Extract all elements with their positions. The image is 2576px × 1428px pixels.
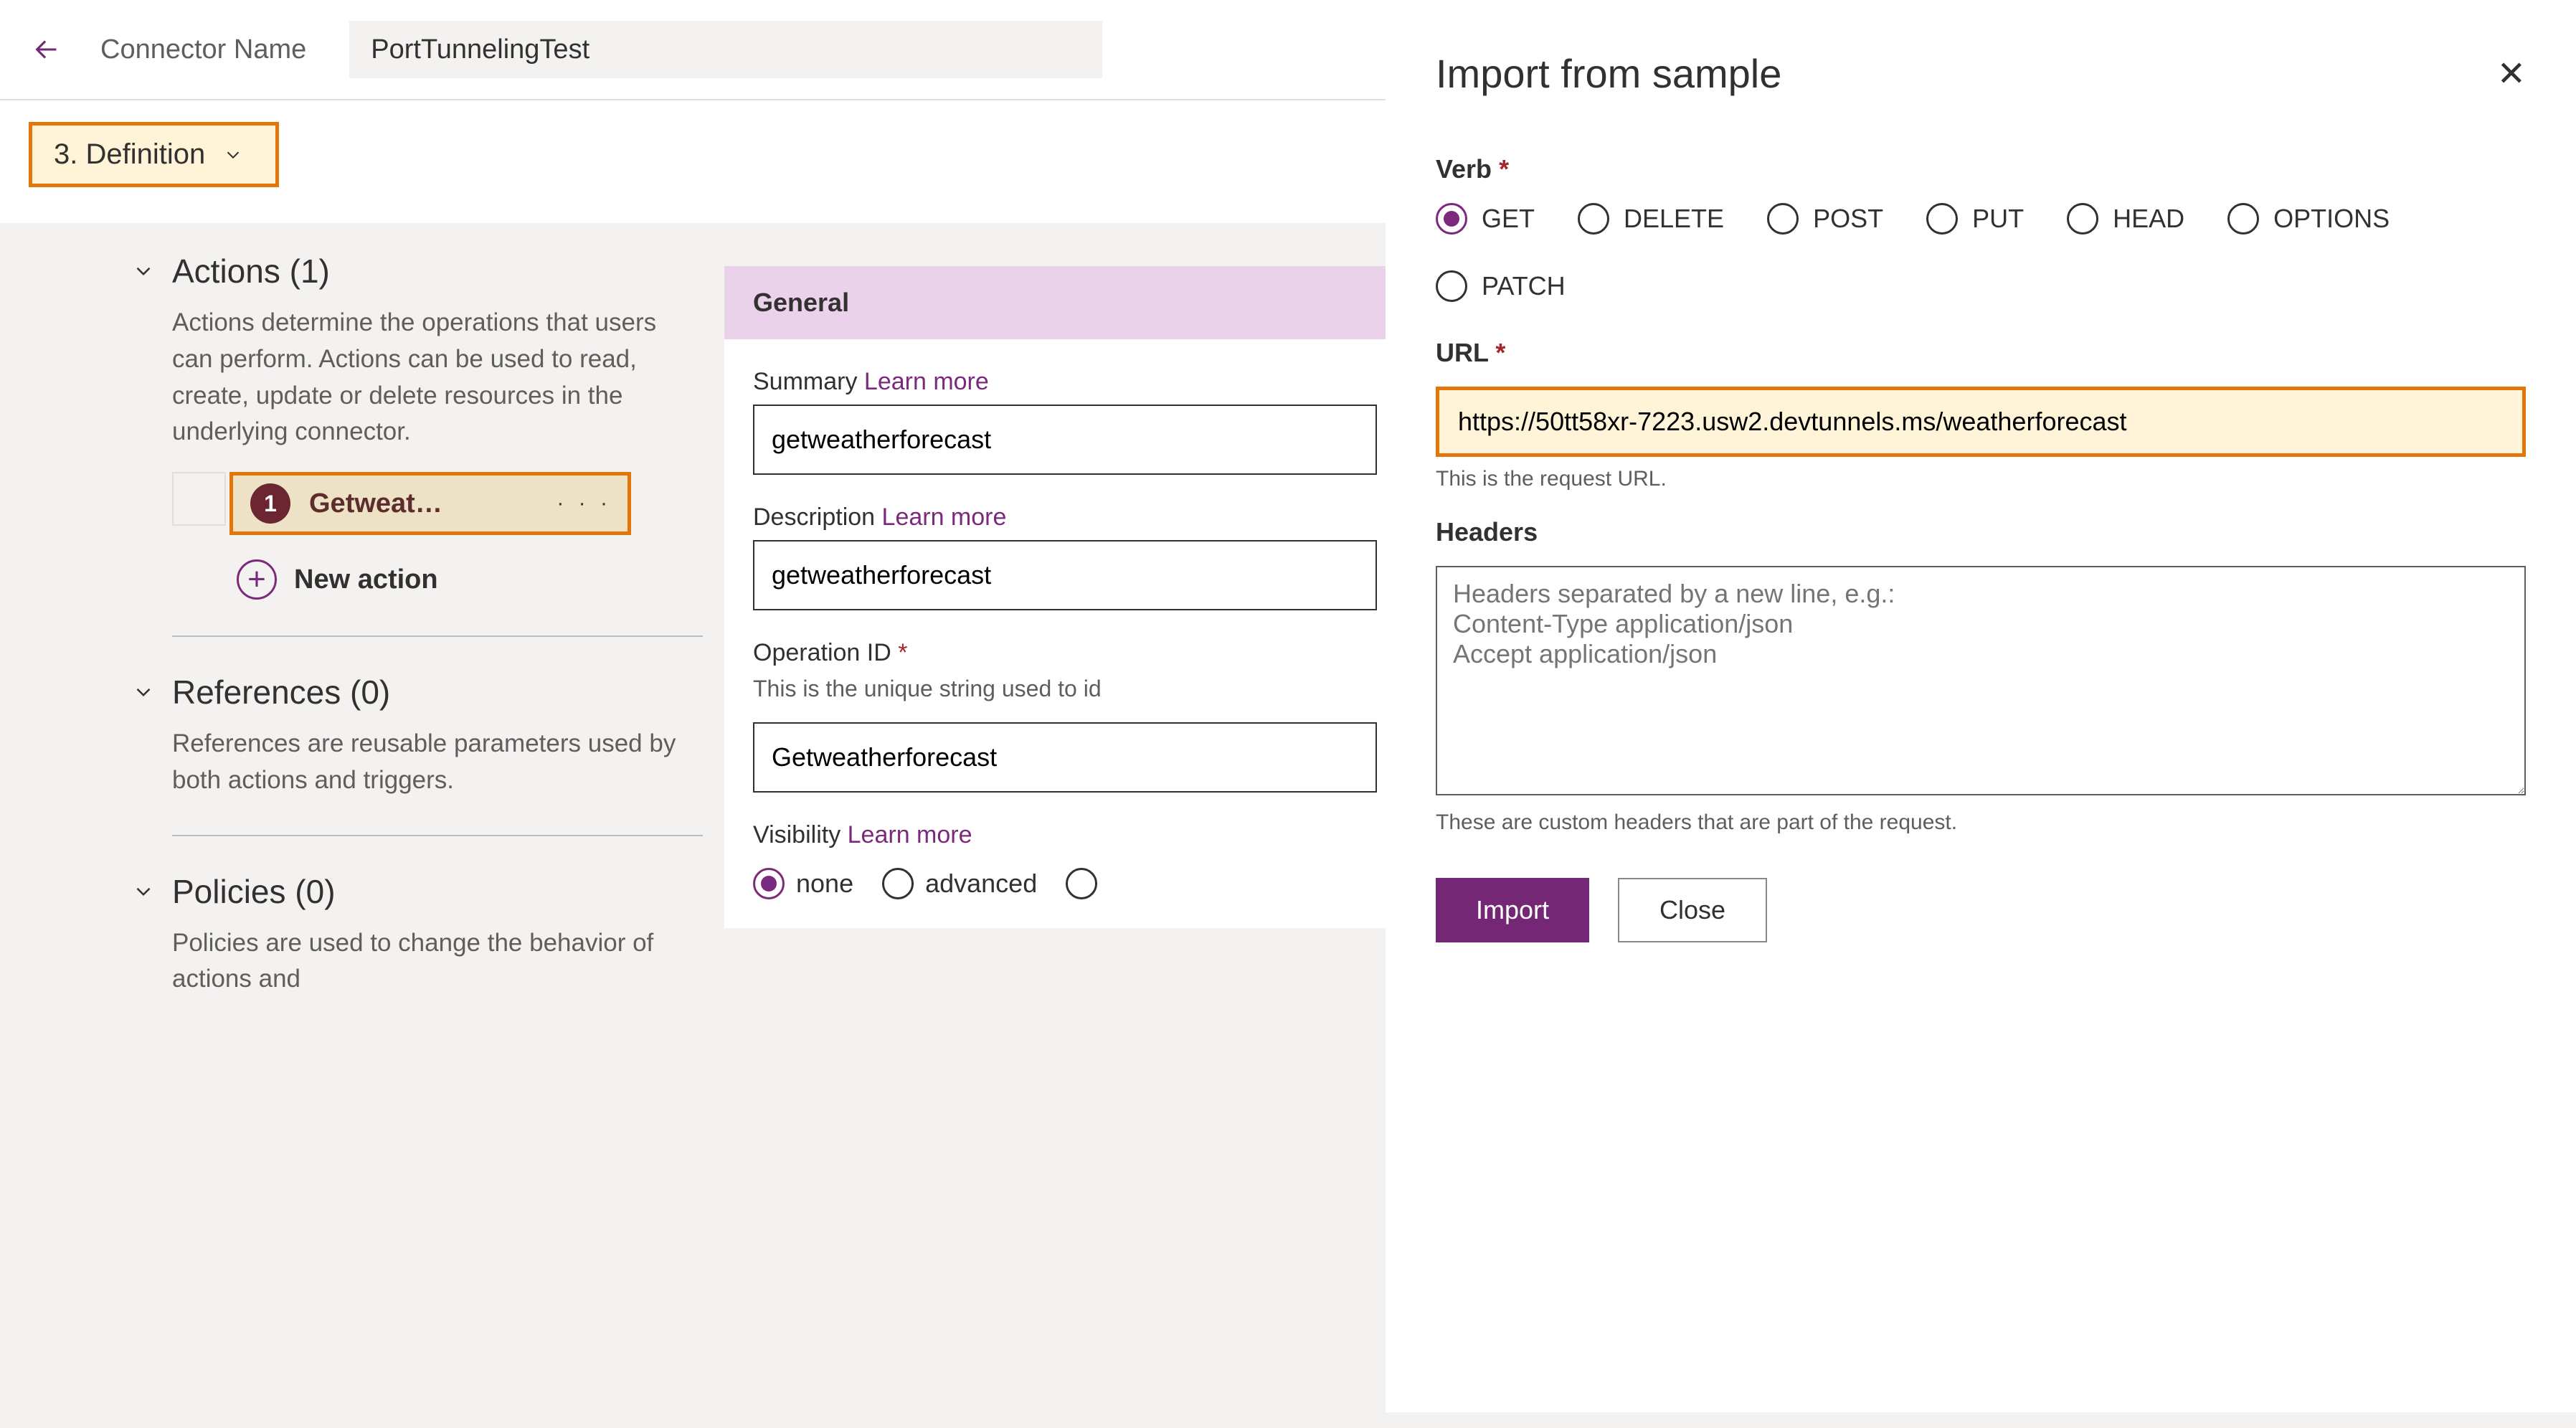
references-desc: References are reusable parameters used … — [129, 726, 703, 799]
chevron-down-icon — [222, 144, 244, 166]
verb-radio-post[interactable]: POST — [1767, 203, 1883, 235]
verb-label: Verb * — [1436, 154, 2526, 184]
verb-radio-patch[interactable]: PATCH — [1436, 270, 1566, 302]
connector-name-label: Connector Name — [100, 34, 306, 65]
import-button[interactable]: Import — [1436, 878, 1589, 942]
action-item-getweather[interactable]: 1 Getweat… · · · — [229, 472, 631, 535]
action-index-badge: 1 — [250, 483, 290, 524]
references-header[interactable]: References (0) — [129, 673, 703, 711]
more-icon[interactable]: · · · — [557, 491, 612, 516]
step-definition-button[interactable]: 3. Definition — [29, 122, 279, 187]
description-learn-more-link[interactable]: Learn more — [882, 503, 1007, 531]
policies-desc: Policies are used to change the behavior… — [129, 925, 703, 998]
operation-id-input[interactable] — [753, 722, 1377, 793]
chevron-down-icon — [129, 877, 158, 906]
visibility-radio-extra[interactable] — [1066, 868, 1097, 899]
visibility-radio-advanced[interactable]: advanced — [882, 868, 1037, 899]
divider — [172, 835, 703, 836]
back-arrow-icon[interactable] — [29, 32, 65, 67]
chevron-down-icon — [129, 257, 158, 285]
policies-header[interactable]: Policies (0) — [129, 872, 703, 911]
summary-learn-more-link[interactable]: Learn more — [864, 368, 989, 395]
headers-textarea[interactable] — [1436, 566, 2526, 795]
chevron-down-icon — [129, 678, 158, 706]
description-label: Description Learn more — [753, 503, 1377, 531]
verb-radio-group: GET DELETE POST PUT HEAD OPTIONS PATCH — [1436, 203, 2526, 302]
connector-name-input[interactable] — [349, 21, 1102, 78]
url-input[interactable] — [1436, 387, 2526, 457]
divider — [172, 635, 703, 637]
action-label: Getweat… — [309, 488, 538, 519]
verb-radio-options[interactable]: OPTIONS — [2227, 203, 2390, 235]
visibility-radio-none[interactable]: none — [753, 868, 853, 899]
plus-icon: + — [237, 559, 277, 600]
visibility-learn-more-link[interactable]: Learn more — [848, 821, 972, 848]
summary-label: Summary Learn more — [753, 368, 1377, 396]
import-from-sample-panel: Import from sample ✕ Verb * GET DELETE POS… — [1386, 0, 2576, 1412]
url-help: This is the request URL. — [1436, 467, 2526, 491]
summary-input[interactable] — [753, 405, 1377, 475]
verb-radio-delete[interactable]: DELETE — [1578, 203, 1724, 235]
operation-id-label: Operation ID * — [753, 639, 1377, 667]
actions-header[interactable]: Actions (1) — [129, 252, 703, 290]
step-label: 3. Definition — [54, 138, 205, 171]
headers-label: Headers — [1436, 517, 2526, 547]
verb-radio-put[interactable]: PUT — [1926, 203, 2024, 235]
description-input[interactable] — [753, 540, 1377, 610]
close-icon[interactable]: ✕ — [2497, 54, 2526, 94]
close-button[interactable]: Close — [1618, 878, 1767, 942]
verb-radio-head[interactable]: HEAD — [2067, 203, 2184, 235]
headers-help: These are custom headers that are part o… — [1436, 810, 2526, 835]
verb-radio-get[interactable]: GET — [1436, 203, 1535, 235]
actions-desc: Actions determine the operations that us… — [129, 305, 703, 450]
panel-title: Import from sample — [1436, 50, 1781, 97]
new-action-button[interactable]: + New action — [237, 559, 703, 600]
general-header: General — [724, 266, 1406, 339]
url-label: URL * — [1436, 338, 2526, 368]
action-checkbox[interactable] — [172, 472, 226, 526]
visibility-label: Visibility Learn more — [753, 821, 1377, 849]
operation-id-help: This is the unique string used to id — [753, 676, 1377, 702]
